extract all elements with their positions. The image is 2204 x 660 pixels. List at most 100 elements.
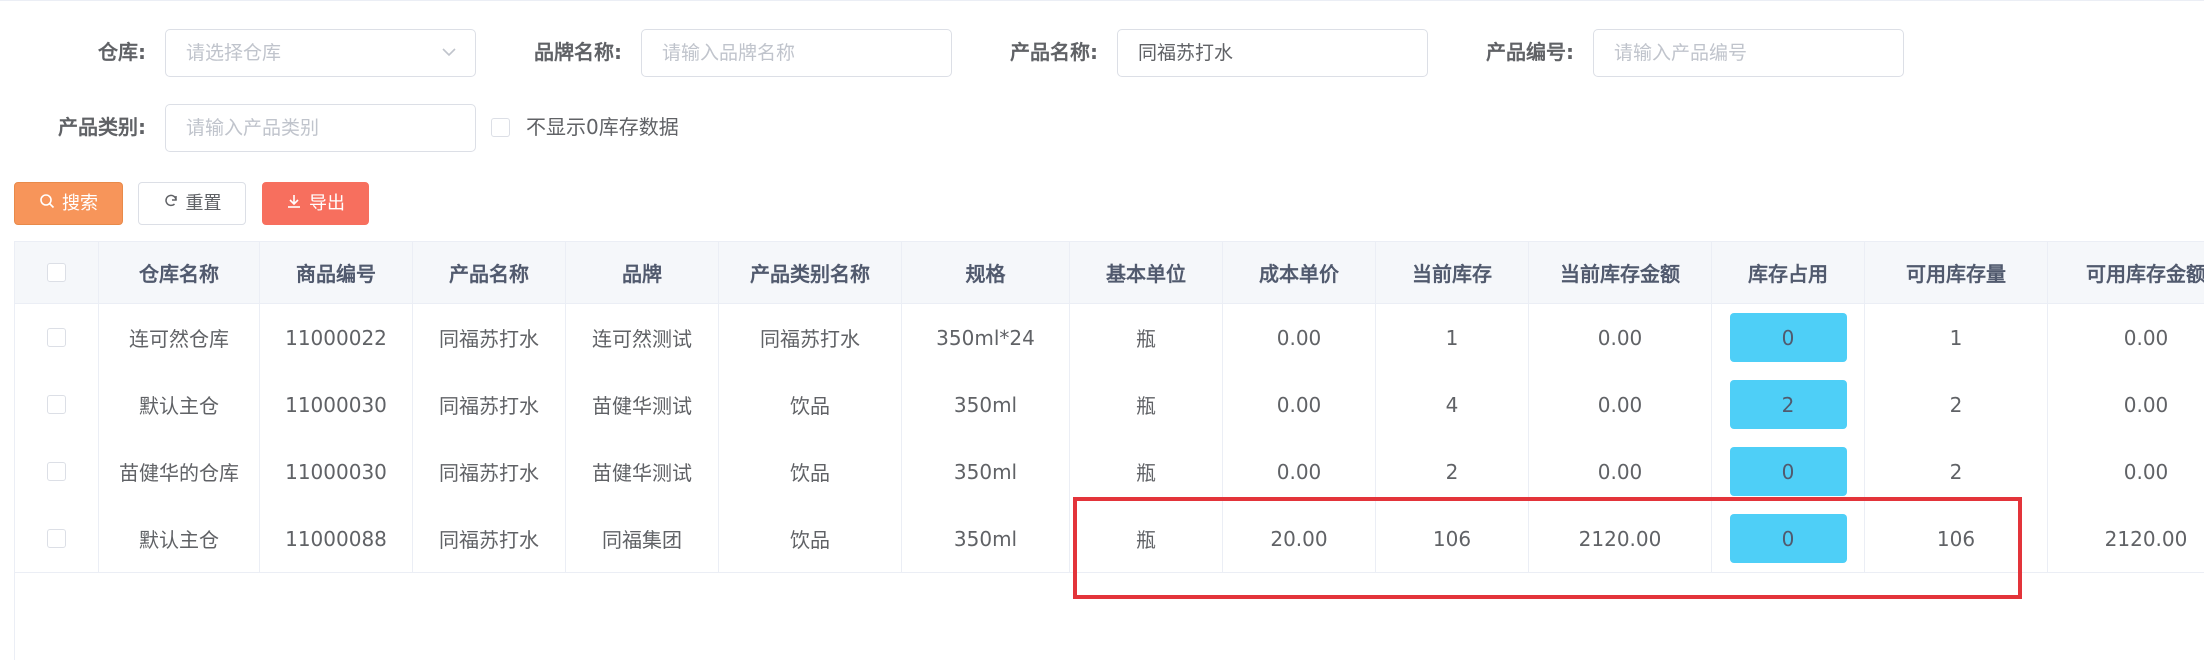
row-checkbox[interactable] (47, 328, 66, 347)
current-stock-cell: 4 (1376, 371, 1529, 438)
table-header: 仓库名称 商品编号 产品名称 品牌 产品类别名称 规格 基本单位 成本单价 当前… (15, 242, 2204, 304)
occupancy-badge[interactable]: 0 (1729, 313, 1847, 362)
table-row[interactable]: 默认主仓 11000030 同福苏打水 苗健华测试 饮品 350ml 瓶 0.0… (15, 371, 2204, 439)
available-amount-cell: 0.00 (2123, 392, 2169, 417)
stock-amount-cell: 0.00 (1529, 371, 1712, 438)
brand-cell: 连可然测试 (566, 304, 719, 371)
refresh-icon (163, 183, 179, 224)
row-select-cell (15, 371, 99, 438)
category-cell: 同福苏打水 (719, 304, 902, 371)
product-code-cell: 11000022 (260, 304, 413, 371)
row-select-cell (15, 505, 99, 572)
available-amount-cell: 0.00 (2123, 459, 2169, 484)
stock-amount-cell: 0.00 (1529, 304, 1712, 371)
brand-label: 品牌名称: (534, 40, 622, 64)
spec-cell: 350ml*24 (902, 304, 1070, 371)
row-select-cell (15, 438, 99, 505)
column-header[interactable]: 商品编号 (260, 242, 413, 303)
search-button[interactable]: 搜索 (14, 182, 123, 225)
category-cell: 饮品 (719, 505, 902, 572)
stock-amount-cell: 0.00 (1529, 438, 1712, 505)
available-amount-cell: 0.00 (2123, 325, 2169, 350)
product-name-input[interactable]: 同福苏打水 (1117, 29, 1428, 77)
occupancy-cell: 2 (1712, 371, 1865, 438)
category-label: 产品类别: (58, 115, 146, 139)
product-name-cell: 同福苏打水 (413, 438, 566, 505)
warehouse-select-placeholder: 请选择仓库 (186, 42, 282, 64)
cost-price-cell: 0.00 (1223, 304, 1376, 371)
brand-cell: 同福集团 (566, 505, 719, 572)
export-button[interactable]: 导出 (262, 182, 369, 225)
reset-button[interactable]: 重置 (138, 182, 246, 225)
product-name-input-value: 同福苏打水 (1138, 42, 1234, 64)
hide-zero-stock-checkbox[interactable] (491, 118, 510, 137)
available-qty-cell: 2 (1865, 371, 2048, 438)
search-button-label: 搜索 (62, 193, 98, 214)
occupancy-cell: 0 (1712, 438, 1865, 505)
category-cell: 饮品 (719, 371, 902, 438)
column-header[interactable]: 规格 (902, 242, 1070, 303)
occupancy-badge[interactable]: 2 (1729, 380, 1847, 429)
brand-input[interactable]: 请输入品牌名称 (641, 29, 952, 77)
chevron-down-icon (441, 30, 457, 76)
table-row[interactable]: 连可然仓库 11000022 同福苏打水 连可然测试 同福苏打水 350ml*2… (15, 304, 2204, 372)
product-name-cell: 同福苏打水 (413, 371, 566, 438)
available-amount-cell: 2120.00 (2104, 526, 2188, 551)
product-code-input-placeholder: 请输入产品编号 (1614, 42, 1748, 64)
column-header[interactable]: 产品类别名称 (719, 242, 902, 303)
cost-price-cell: 0.00 (1223, 371, 1376, 438)
spec-cell: 350ml (902, 505, 1070, 572)
download-icon (286, 183, 302, 224)
select-all-cell (15, 242, 99, 303)
occupancy-badge[interactable]: 0 (1729, 447, 1847, 496)
warehouse-select[interactable]: 请选择仓库 (165, 29, 476, 77)
current-stock-cell: 2 (1376, 438, 1529, 505)
category-cell: 饮品 (719, 438, 902, 505)
column-header[interactable]: 库存占用 (1712, 242, 1865, 303)
column-header[interactable]: 当前库存 (1376, 242, 1529, 303)
current-stock-cell: 1 (1376, 304, 1529, 371)
unit-cell: 瓶 (1070, 438, 1223, 505)
column-header[interactable]: 可用库存金额 (2048, 242, 2204, 303)
category-input-placeholder: 请输入产品类别 (186, 117, 320, 139)
product-name-cell: 同福苏打水 (413, 304, 566, 371)
column-header[interactable]: 成本单价 (1223, 242, 1376, 303)
spec-cell: 350ml (902, 371, 1070, 438)
row-checkbox[interactable] (47, 529, 66, 548)
product-code-input[interactable]: 请输入产品编号 (1593, 29, 1904, 77)
unit-cell: 瓶 (1070, 304, 1223, 371)
product-code-cell: 11000030 (260, 371, 413, 438)
select-all-checkbox[interactable] (47, 263, 66, 282)
highlight-annotation-box (1073, 497, 2022, 599)
brand-cell: 苗健华测试 (566, 438, 719, 505)
top-divider (0, 0, 2204, 1)
column-header[interactable]: 产品名称 (413, 242, 566, 303)
row-checkbox[interactable] (47, 462, 66, 481)
warehouse-name-cell: 默认主仓 (99, 371, 260, 438)
export-button-label: 导出 (309, 193, 345, 214)
table-row[interactable]: 苗健华的仓库 11000030 同福苏打水 苗健华测试 饮品 350ml 瓶 0… (15, 438, 2204, 506)
product-code-cell: 11000088 (260, 505, 413, 572)
spec-cell: 350ml (902, 438, 1070, 505)
row-select-cell (15, 304, 99, 371)
column-header[interactable]: 品牌 (566, 242, 719, 303)
warehouse-label: 仓库: (98, 40, 146, 64)
column-header[interactable]: 可用库存量 (1865, 242, 2048, 303)
warehouse-name-cell: 默认主仓 (99, 505, 260, 572)
column-header[interactable]: 当前库存金额 (1529, 242, 1712, 303)
search-icon (39, 183, 55, 224)
available-qty-cell: 2 (1865, 438, 2048, 505)
warehouse-name-cell: 苗健华的仓库 (99, 438, 260, 505)
row-checkbox[interactable] (47, 395, 66, 414)
occupancy-cell: 0 (1712, 304, 1865, 371)
product-code-cell: 11000030 (260, 438, 413, 505)
category-input[interactable]: 请输入产品类别 (165, 104, 476, 152)
brand-cell: 苗健华测试 (566, 371, 719, 438)
unit-cell: 瓶 (1070, 371, 1223, 438)
cost-price-cell: 0.00 (1223, 438, 1376, 505)
product-name-cell: 同福苏打水 (413, 505, 566, 572)
column-header[interactable]: 基本单位 (1070, 242, 1223, 303)
warehouse-name-cell: 连可然仓库 (99, 304, 260, 371)
hide-zero-stock-label: 不显示0库存数据 (526, 115, 679, 139)
column-header[interactable]: 仓库名称 (99, 242, 260, 303)
